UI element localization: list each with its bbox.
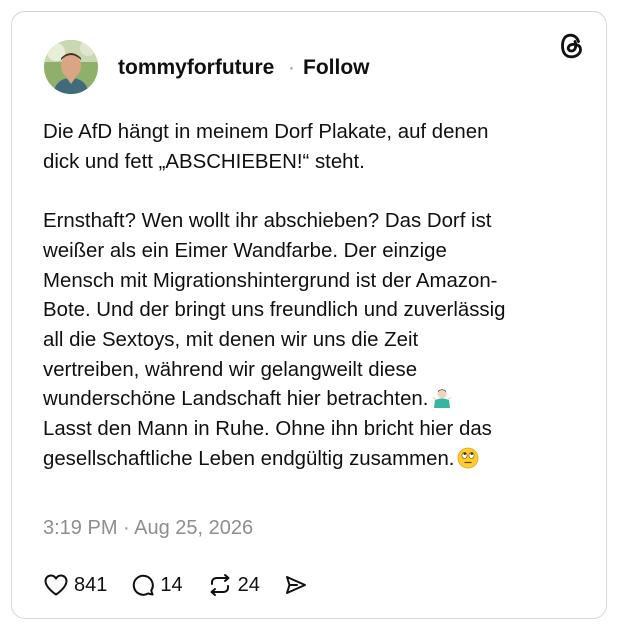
repost-button[interactable]: 24 xyxy=(207,573,260,597)
action-bar: 841 14 24 xyxy=(43,570,332,600)
post-body: Die AfD hängt in meinem Dorf Plakate, au… xyxy=(43,118,583,474)
send-icon xyxy=(284,573,308,597)
share-button[interactable] xyxy=(284,573,308,597)
like-button[interactable]: 841 xyxy=(43,573,107,597)
separator-dot: · xyxy=(288,56,295,79)
avatar[interactable] xyxy=(44,40,98,94)
heart-icon xyxy=(43,573,69,597)
post-paragraph-tail: Lasst den Mann in Ruhe. Ohne ihn bricht … xyxy=(43,418,492,470)
man-shrugging-emoji xyxy=(431,387,453,409)
post-paragraph-text: Ernsthaft? Wen wollt ihr abschieben? Das… xyxy=(43,210,506,411)
repost-count: 24 xyxy=(237,574,260,596)
post-card: tommyforfuture · Follow Die AfD hängt in… xyxy=(11,11,607,619)
comment-bubble-icon xyxy=(131,573,155,597)
username-link[interactable]: tommyforfuture xyxy=(118,55,274,81)
like-count: 841 xyxy=(74,574,108,596)
follow-button[interactable]: Follow xyxy=(303,55,370,81)
reply-count: 14 xyxy=(160,574,183,596)
post-timestamp[interactable]: 3:19 PM · Aug 25, 2026 xyxy=(43,515,253,541)
reply-button[interactable]: 14 xyxy=(131,573,183,597)
post-paragraph: Ernsthaft? Wen wollt ihr abschieben? Das… xyxy=(43,207,583,474)
threads-logo-icon[interactable] xyxy=(560,32,584,60)
face-with-rolling-eyes-emoji xyxy=(457,447,479,469)
post-paragraph: Die AfD hängt in meinem Dorf Plakate, au… xyxy=(43,121,489,173)
repost-arrows-icon xyxy=(207,573,233,597)
